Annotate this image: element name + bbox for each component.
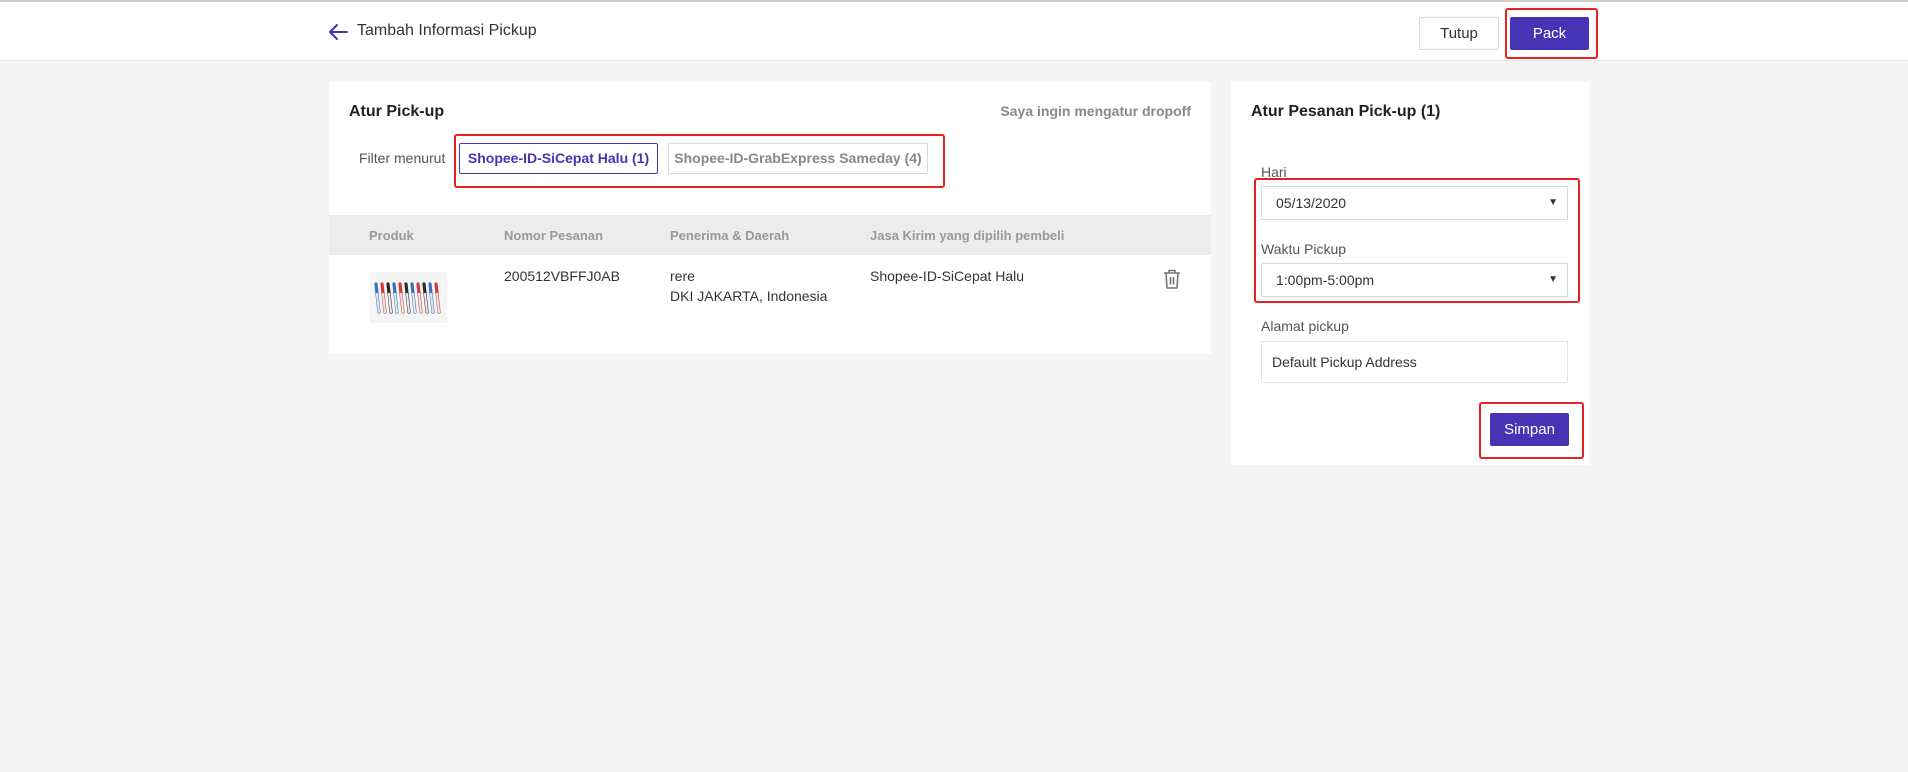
column-recipient: Penerima & Daerah <box>670 228 790 243</box>
column-courier: Jasa Kirim yang dipilih pembeli <box>870 228 1065 243</box>
product-image <box>370 272 447 323</box>
order-settings-card: Atur Pesanan Pick-up (1) Hari 05/13/2020… <box>1231 82 1589 465</box>
caret-down-icon: ▼ <box>1548 197 1558 208</box>
courier-name: Shopee-ID-SiCepat Halu <box>870 268 1025 284</box>
column-order-number: Nomor Pesanan <box>504 228 603 243</box>
save-button[interactable]: Simpan <box>1490 413 1569 446</box>
top-bar: Tambah Informasi Pickup Tutup Pack <box>0 0 1908 61</box>
dropoff-link[interactable]: Saya ingin mengatur dropoff <box>1000 103 1191 119</box>
pack-button[interactable]: Pack <box>1510 17 1589 50</box>
filter-chip-grabexpress[interactable]: Shopee-ID-GrabExpress Sameday (4) <box>668 143 928 174</box>
day-select[interactable]: 05/13/2020 ▼ <box>1261 186 1568 220</box>
page-title: Tambah Informasi Pickup <box>357 22 537 39</box>
trash-icon[interactable] <box>1162 268 1182 290</box>
arrow-left-icon[interactable] <box>327 21 349 43</box>
filter-chip-sicepat[interactable]: Shopee-ID-SiCepat Halu (1) <box>459 143 658 174</box>
order-settings-title: Atur Pesanan Pick-up (1) <box>1251 103 1441 120</box>
order-number: 200512VBFFJ0AB <box>504 268 620 284</box>
pickup-address-label: Alamat pickup <box>1261 318 1349 334</box>
pickup-title: Atur Pick-up <box>349 103 445 120</box>
close-button[interactable]: Tutup <box>1419 17 1499 50</box>
filter-label: Filter menurut <box>359 150 446 166</box>
caret-down-icon: ▼ <box>1548 274 1558 285</box>
pickup-time-label: Waktu Pickup <box>1261 241 1347 257</box>
pickup-card: Atur Pick-up Saya ingin mengatur dropoff… <box>329 82 1211 354</box>
recipient-region: DKI JAKARTA, Indonesia <box>670 288 828 304</box>
table-header: Produk Nomor Pesanan Penerima & Daerah J… <box>329 215 1211 255</box>
recipient-name: rere <box>670 268 695 284</box>
column-product: Produk <box>369 228 414 243</box>
pickup-time-value: 1:00pm-5:00pm <box>1276 272 1375 288</box>
day-label: Hari <box>1261 164 1287 180</box>
pickup-time-select[interactable]: 1:00pm-5:00pm ▼ <box>1261 263 1568 297</box>
day-value: 05/13/2020 <box>1276 195 1347 211</box>
pickup-address-value: Default Pickup Address <box>1261 341 1568 383</box>
